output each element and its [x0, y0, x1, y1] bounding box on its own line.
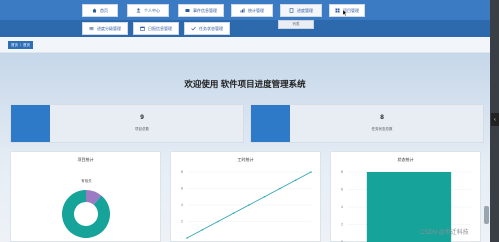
top-nav: 首页 个人中心 事件信息管理 统计管理 进度管理 项目管理 进度分级管理 日报信… [0, 0, 499, 37]
y-tick-label: 2 [341, 223, 343, 227]
user-icon [136, 8, 141, 13]
data-point [217, 220, 219, 223]
folder-icon [185, 8, 190, 13]
breadcrumb-home[interactable]: 首页 / 首页 [8, 41, 33, 49]
nav-home-label: 首页 [100, 7, 108, 13]
project-stats-panel: 项目统计 有相关 [10, 151, 161, 242]
nav-progress[interactable]: 进度管理 [280, 4, 322, 17]
welcome-title: 欢迎使用 软件项目进度管理系统 [184, 79, 306, 89]
data-point [248, 204, 250, 206]
nav-row-2: 进度分级管理 日报信息管理 任务状态管理 [0, 20, 499, 37]
nav-task-status[interactable]: 任务状态管理 [184, 22, 230, 35]
grid-icon [335, 8, 340, 13]
data-point [263, 195, 266, 198]
app-root: 首页 个人中心 事件信息管理 统计管理 进度管理 项目管理 进度分级管理 日报信… [0, 0, 499, 242]
nav-row-1: 首页 个人中心 事件信息管理 统计管理 进度管理 项目管理 [0, 0, 499, 20]
y-tick-label: 2 [181, 220, 183, 224]
y-tick-label: 6 [181, 187, 183, 191]
nav-home[interactable]: 首页 [82, 4, 118, 17]
line-chart: 8 6 4 2 [181, 170, 312, 239]
hours-stats-panel: 工时统计 8642 [170, 151, 321, 242]
cursor-icon [343, 10, 347, 16]
nav-progress-label: 进度管理 [297, 7, 313, 13]
nav-profile[interactable]: 个人中心 [127, 4, 169, 17]
stat-card-task-status: 8 任务状态总数 [250, 104, 484, 143]
chart-icon [240, 8, 245, 13]
nav-progress-level-label: 进度分级管理 [97, 25, 121, 31]
nav-daily-report-label: 日报信息管理 [148, 25, 172, 31]
calendar-icon [140, 26, 145, 31]
nav-task-status-label: 任务状态管理 [199, 25, 223, 31]
breadcrumb-home-label: 首页 [11, 42, 18, 47]
nav-daily-report[interactable]: 日报信息管理 [133, 22, 179, 35]
y-tick-label: 8 [181, 170, 183, 174]
nav-statistics[interactable]: 统计管理 [231, 4, 273, 17]
nav-event-info[interactable]: 事件信息管理 [178, 4, 224, 17]
stat-accent [11, 105, 50, 142]
y-tick-label: 4 [181, 203, 183, 207]
nav-event-info-label: 事件信息管理 [193, 7, 217, 13]
breadcrumb-separator: / [20, 43, 21, 47]
scrollbar-thumb[interactable] [484, 206, 489, 224]
nav-statistics-label: 统计管理 [248, 7, 264, 13]
stat-label-task-status: 任务状态总数 [371, 127, 393, 131]
y-tick-label: 6 [341, 188, 343, 192]
nav-project[interactable]: 项目管理 [329, 4, 365, 17]
watermark: CSDN @世迁科技 [420, 230, 469, 236]
nav-dropdown-item[interactable]: 列表 [278, 20, 314, 29]
data-point [279, 187, 281, 190]
pie-slice-label: 有相关 [81, 178, 92, 183]
stat-label-projects: 项目总数 [135, 127, 149, 131]
data-point [310, 171, 312, 173]
stat-accent [251, 105, 290, 142]
stat-value-projects: 9 [140, 114, 144, 121]
y-tick-label: 8 [341, 170, 343, 174]
home-icon [92, 8, 97, 13]
data-point [201, 228, 204, 231]
stat-card-projects: 9 项目总数 [10, 104, 244, 143]
nav-progress-level[interactable]: 进度分级管理 [82, 22, 128, 35]
pie-chart: 有相关 [62, 178, 111, 238]
tasks-icon [191, 26, 196, 31]
doc-icon [289, 8, 294, 13]
breadcrumb-current-label: 首页 [22, 42, 30, 47]
nav-profile-label: 个人中心 [144, 7, 160, 13]
y-tick-label: 4 [341, 205, 343, 209]
list-icon [89, 26, 94, 31]
stat-value-task-status: 8 [380, 114, 384, 121]
data-point [186, 237, 188, 239]
data-point [232, 212, 235, 215]
data-point [294, 179, 297, 182]
breadcrumb: 首页 / 首页 [0, 37, 499, 53]
side-collapse-tab[interactable]: ‹ [491, 113, 499, 126]
